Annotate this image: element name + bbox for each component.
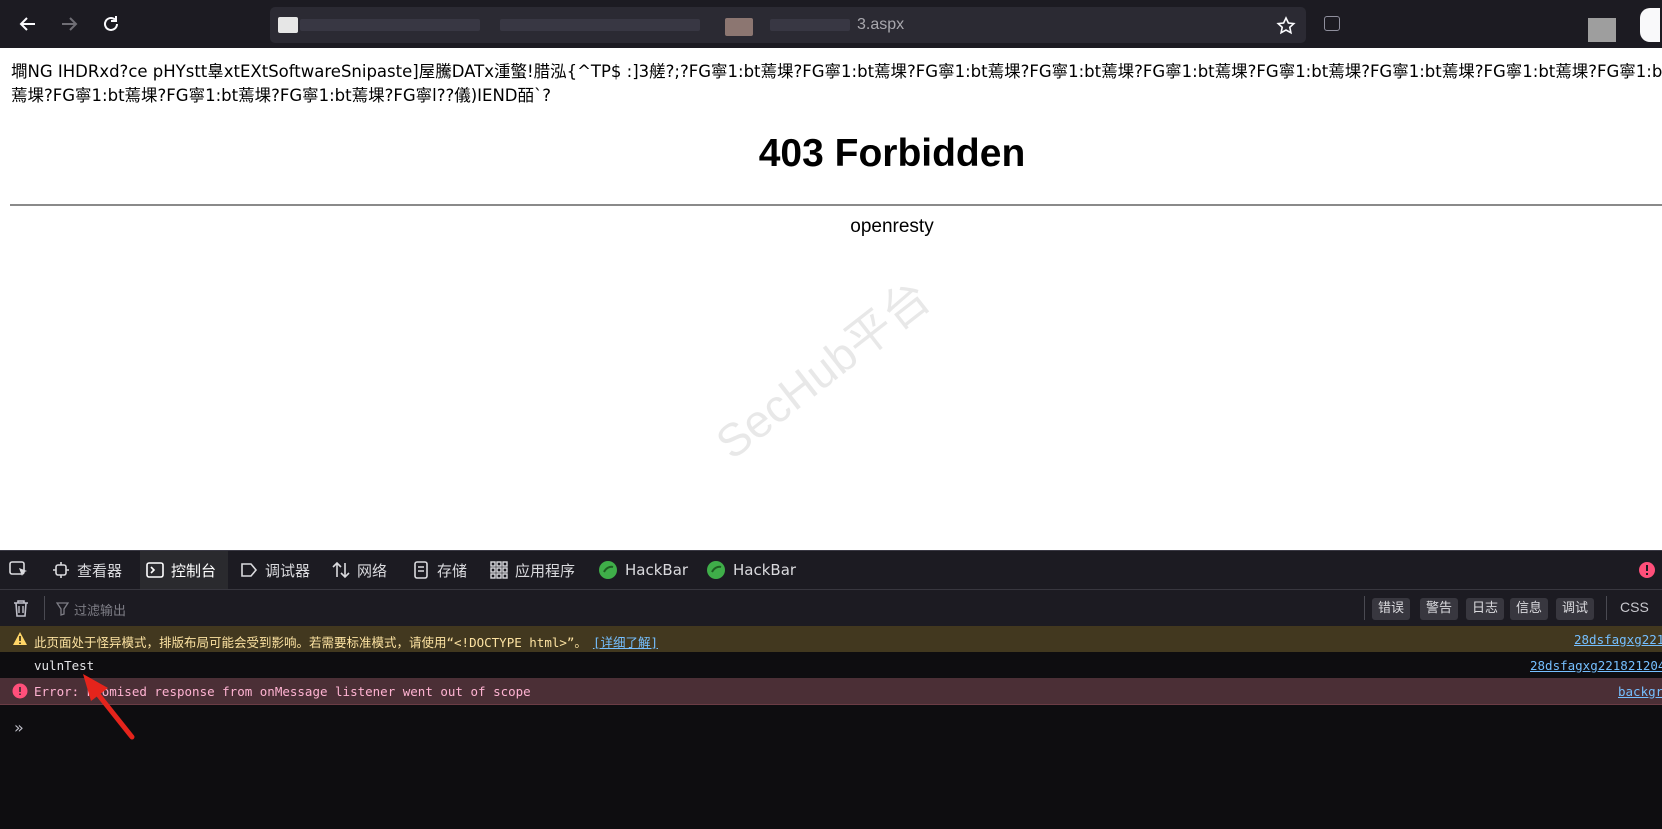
- server-name: openresty: [850, 216, 934, 237]
- hackbar-icon: [599, 561, 617, 579]
- message-source-link[interactable]: 28dsfagxg221: [1574, 632, 1662, 647]
- tab-network[interactable]: 网络: [332, 551, 398, 589]
- tab-debugger[interactable]: 调试器: [240, 551, 320, 589]
- tab-label: 查看器: [77, 561, 123, 580]
- application-icon: [490, 561, 508, 579]
- tab-application[interactable]: 应用程序: [490, 551, 586, 589]
- debugger-icon: [241, 563, 258, 577]
- divider: [1606, 596, 1607, 620]
- extension-icon[interactable]: [1588, 18, 1616, 42]
- back-button[interactable]: [15, 11, 41, 37]
- console-message-log: vulnTest 28dsfagxg221821204: [0, 652, 1662, 679]
- back-arrow-icon: [19, 17, 35, 31]
- browser-toolbar: 3.aspx: [0, 0, 1662, 48]
- inspector-icon: [53, 562, 69, 578]
- tab-label: 存储: [437, 561, 468, 580]
- tab-label: 控制台: [171, 561, 217, 580]
- console-message-error: Error: Promised response from onMessage …: [0, 678, 1662, 705]
- error-icon: [1639, 562, 1655, 578]
- error-icon: [12, 683, 28, 702]
- reload-button[interactable]: [98, 11, 124, 37]
- redacted-url-part: [725, 18, 753, 36]
- devtools-panel: 查看器 控制台 调试器 网络 存储 应用程序 HackBar HackBar 过…: [0, 550, 1662, 829]
- console-input-prompt[interactable]: »: [14, 718, 24, 737]
- hackbar-icon: [707, 561, 725, 579]
- css-filter-button[interactable]: CSS: [1620, 599, 1649, 615]
- warning-text: 此页面处于怪异模式，排版布局可能会受到影响。若需要标准模式，请使用“<!DOCT…: [34, 635, 587, 650]
- tab-label: 应用程序: [515, 561, 576, 580]
- storage-icon: [414, 561, 428, 579]
- filter-icon: [55, 601, 70, 620]
- tab-hackbar-2[interactable]: HackBar: [706, 551, 798, 589]
- tab-inspector[interactable]: 查看器: [52, 551, 130, 589]
- divider: [1364, 596, 1365, 620]
- profile-icon[interactable]: [1640, 8, 1660, 42]
- filter-debug-button[interactable]: 调试: [1556, 598, 1595, 620]
- error-text: Error: Promised response from onMessage …: [34, 684, 531, 699]
- filter-info-button[interactable]: 信息: [1510, 598, 1549, 620]
- tab-console[interactable]: 控制台: [140, 551, 228, 589]
- tab-hackbar[interactable]: HackBar: [598, 551, 690, 589]
- console-icon: [146, 562, 164, 578]
- element-picker-button[interactable]: [8, 551, 38, 589]
- message-source-link[interactable]: backgr: [1618, 684, 1662, 699]
- forward-arrow-icon: [62, 17, 78, 31]
- devtools-tab-bar: 查看器 控制台 调试器 网络 存储 应用程序 HackBar HackBar: [0, 551, 1662, 590]
- tab-label: 调试器: [265, 561, 311, 580]
- log-text: vulnTest: [34, 658, 95, 673]
- filter-warnings-button[interactable]: 警告: [1420, 598, 1459, 620]
- warning-icon: [12, 631, 28, 649]
- bookmark-button[interactable]: [1276, 16, 1296, 40]
- filter-input[interactable]: 过滤输出: [74, 600, 126, 619]
- error-count-indicator[interactable]: [1638, 551, 1658, 589]
- tab-storage[interactable]: 存储: [412, 551, 474, 589]
- divider: [44, 596, 45, 620]
- url-text: 3.aspx: [857, 16, 905, 33]
- page-content: 墹NG IHDRxd?ce pHYstt辠xtEXtSoftwareSnipas…: [0, 48, 1662, 550]
- reload-icon: [104, 16, 118, 31]
- console-filter-bar: 过滤输出 错误 警告 日志 信息 调试 CSS: [0, 590, 1662, 627]
- binary-garbage-text: 墹NG IHDRxd?ce pHYstt辠xtEXtSoftwareSnipas…: [11, 62, 1662, 105]
- redacted-url-part: [500, 19, 700, 31]
- message-source-link[interactable]: 28dsfagxg221821204: [1530, 658, 1662, 673]
- redacted-url-part: [300, 19, 480, 31]
- star-icon: [1276, 16, 1296, 35]
- filter-logs-button[interactable]: 日志: [1466, 598, 1505, 620]
- tab-label: HackBar: [625, 561, 689, 579]
- clear-console-button[interactable]: [12, 598, 30, 622]
- site-icon: [278, 17, 298, 33]
- page-title: 403 Forbidden: [758, 132, 1026, 175]
- divider: [10, 204, 1662, 206]
- address-bar[interactable]: 3.aspx: [270, 7, 1306, 43]
- element-picker-icon: [9, 561, 27, 576]
- reader-view-icon[interactable]: [1324, 16, 1340, 31]
- tab-label: 网络: [357, 561, 388, 580]
- trash-icon: [14, 600, 28, 617]
- forward-button[interactable]: [56, 11, 82, 37]
- network-icon: [332, 561, 350, 579]
- redacted-url-part: [770, 19, 850, 31]
- watermark: SecHub平台: [706, 270, 940, 469]
- filter-errors-button[interactable]: 错误: [1372, 598, 1411, 620]
- tab-label: HackBar: [733, 561, 797, 579]
- learn-more-link[interactable]: [详细了解]: [593, 635, 658, 650]
- console-message-warning: 此页面处于怪异模式，排版布局可能会受到影响。若需要标准模式，请使用“<!DOCT…: [0, 626, 1662, 653]
